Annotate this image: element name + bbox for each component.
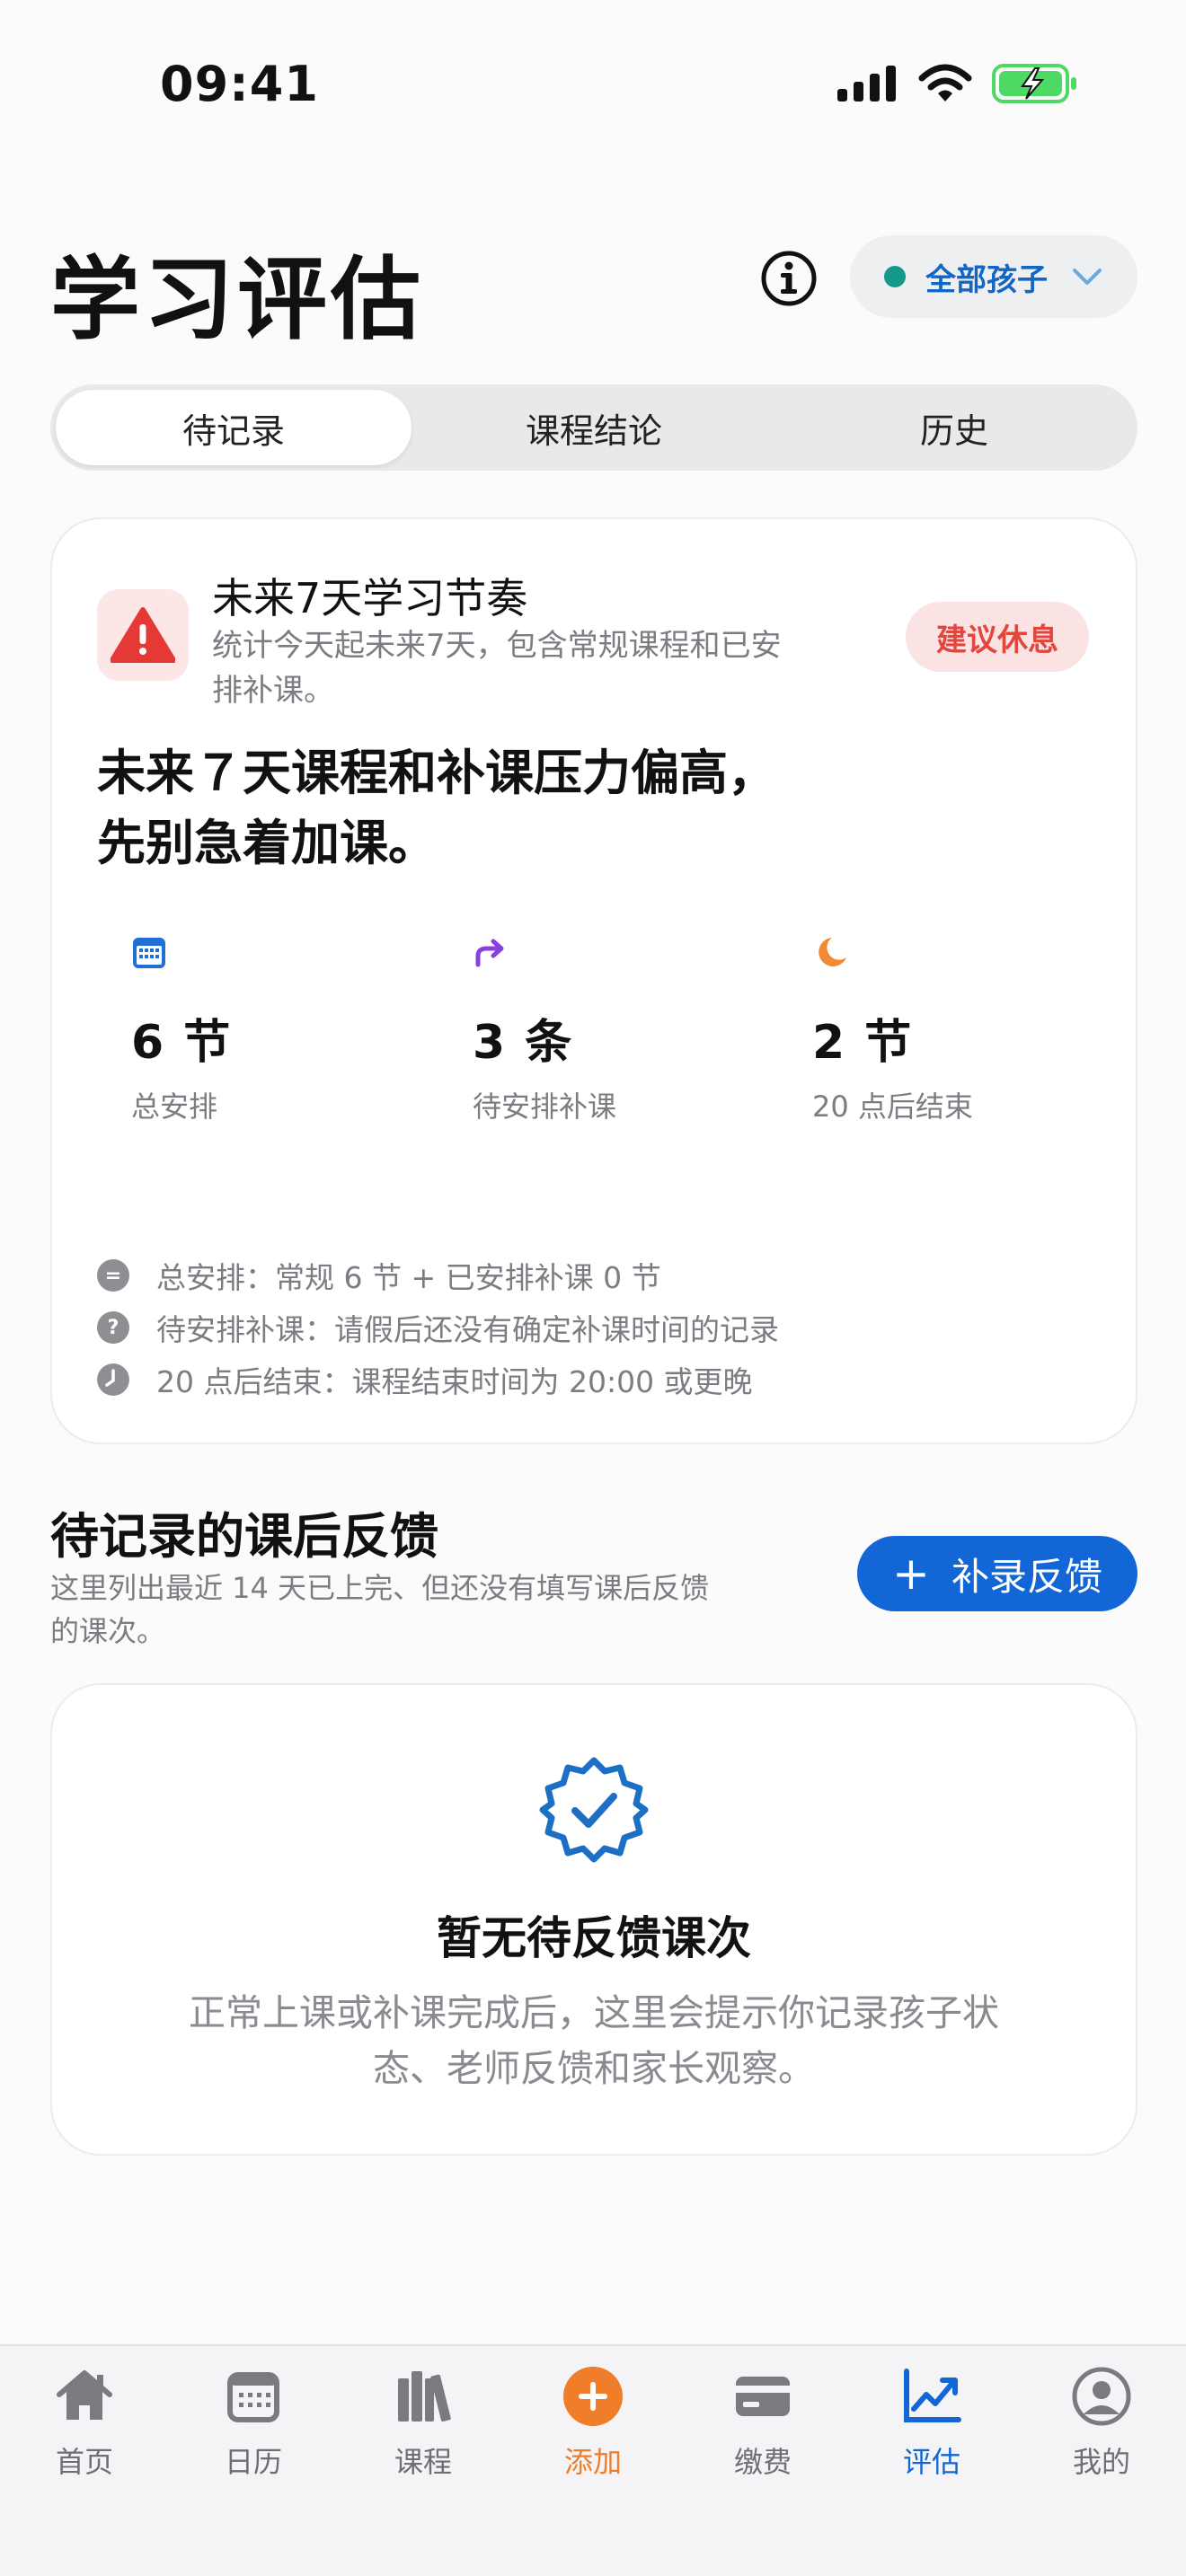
tabbar-payment-label: 缴费	[733, 2445, 792, 2479]
card-icon	[736, 2377, 790, 2416]
stat-makeup-value: 3 条	[473, 1016, 574, 1070]
tabbar-assessment-label: 评估	[902, 2445, 960, 2479]
rhythm-title: 未来7天学习节奏	[212, 574, 528, 622]
wifi-icon	[918, 64, 972, 101]
segmented-tabs: 待记录 课程结论 历史	[50, 384, 1137, 471]
child-filter-dropdown[interactable]: 全部孩子	[850, 235, 1137, 318]
chevron-down-icon	[1073, 269, 1102, 285]
pending-section-title: 待记录的课后反馈	[50, 1508, 438, 1565]
tabbar-profile-label: 我的	[1072, 2445, 1130, 2479]
tabbar-home-label: 首页	[55, 2445, 113, 2479]
tabbar-courses-label: 课程	[394, 2445, 452, 2479]
note-late: 20 点后结束：课程结束时间为 20:00 或更晚	[97, 1358, 753, 1401]
add-feedback-button[interactable]: + 补录反馈	[857, 1536, 1137, 1611]
signal-icon	[837, 66, 896, 101]
tabbar-home[interactable]: 首页	[22, 2364, 147, 2481]
tabbar-calendar[interactable]: 日历	[190, 2364, 316, 2481]
warning-triangle-icon	[111, 607, 175, 663]
books-icon	[398, 2371, 451, 2422]
home-icon	[57, 2370, 112, 2420]
add-feedback-label: 补录反馈	[951, 1554, 1102, 1599]
pending-section-subtitle: 这里列出最近 14 天已上完、但还没有填写课后反馈的课次。	[50, 1571, 710, 1648]
plus-icon: +	[892, 1548, 930, 1600]
child-filter-label: 全部孩子	[925, 261, 1048, 298]
tabbar-add[interactable]: 添加	[530, 2364, 656, 2481]
note-makeup-text: 待安排补课：请假后还没有确定补课时间的记录	[156, 1312, 779, 1347]
note-total: = 总安排：常规 6 节 + 已安排补课 0 节	[97, 1254, 661, 1297]
empty-state-text: 正常上课或补课完成后，这里会提示你记录孩子状态、老师反馈和家长观察。	[189, 1991, 999, 2090]
rhythm-subtitle: 统计今天起未来7天，包含常规课程和已安排补课。	[212, 628, 782, 709]
stat-total-label: 总安排	[131, 1090, 218, 1124]
tab-history[interactable]: 历史	[776, 390, 1132, 465]
rest-suggestion-badge: 建议休息	[906, 602, 1089, 672]
battery-charging-icon	[992, 64, 1076, 103]
calendar-icon	[133, 938, 165, 968]
empty-state-title: 暂无待反馈课次	[437, 1912, 751, 1964]
stat-makeup-label: 待安排补课	[473, 1090, 617, 1124]
tabbar-payment[interactable]: 缴费	[700, 2364, 826, 2481]
stat-total-value: 6 节	[131, 1016, 233, 1070]
question-icon: ?	[97, 1311, 129, 1344]
note-makeup: ? 待安排补课：请假后还没有确定补课时间的记录	[97, 1306, 779, 1349]
verified-badge-icon	[539, 1757, 649, 1863]
warning-badge	[97, 589, 189, 681]
person-icon	[1072, 2367, 1131, 2426]
tabbar-assessment[interactable]: 评估	[869, 2364, 995, 2481]
tabbar-calendar-label: 日历	[224, 2445, 282, 2479]
rhythm-headline: 未来７天课程和补课压力偏高，先别急着加课。	[97, 745, 776, 871]
stat-late-label: 20 点后结束	[812, 1090, 973, 1124]
calendar-icon	[227, 2372, 279, 2422]
stat-late: 2 节 20 点后结束	[812, 934, 973, 1125]
redo-arrow-icon	[475, 939, 504, 967]
page-title: 学习评估	[50, 247, 424, 352]
add-circle-icon	[563, 2367, 623, 2426]
tabbar-profile[interactable]: 我的	[1039, 2364, 1164, 2481]
tabbar-courses[interactable]: 课程	[360, 2364, 486, 2481]
note-late-text: 20 点后结束：课程结束时间为 20:00 或更晚	[156, 1364, 753, 1399]
clock-icon	[97, 1363, 129, 1396]
stat-total: 6 节 总安排	[131, 934, 232, 1125]
status-time: 09:41	[160, 56, 319, 112]
equals-icon: =	[97, 1259, 129, 1292]
tab-pending[interactable]: 待记录	[56, 390, 412, 465]
child-status-dot	[884, 266, 906, 287]
moon-icon	[819, 938, 846, 966]
stat-makeup: 3 条 待安排补课	[473, 934, 616, 1125]
status-icons	[836, 63, 1078, 104]
chart-icon	[904, 2369, 961, 2422]
stat-late-value: 2 节	[812, 1016, 914, 1070]
info-icon[interactable]	[760, 250, 818, 307]
tabbar-add-label: 添加	[563, 2445, 622, 2479]
tab-course-conclusion[interactable]: 课程结论	[416, 390, 772, 465]
note-total-text: 总安排：常规 6 节 + 已安排补课 0 节	[156, 1260, 661, 1295]
